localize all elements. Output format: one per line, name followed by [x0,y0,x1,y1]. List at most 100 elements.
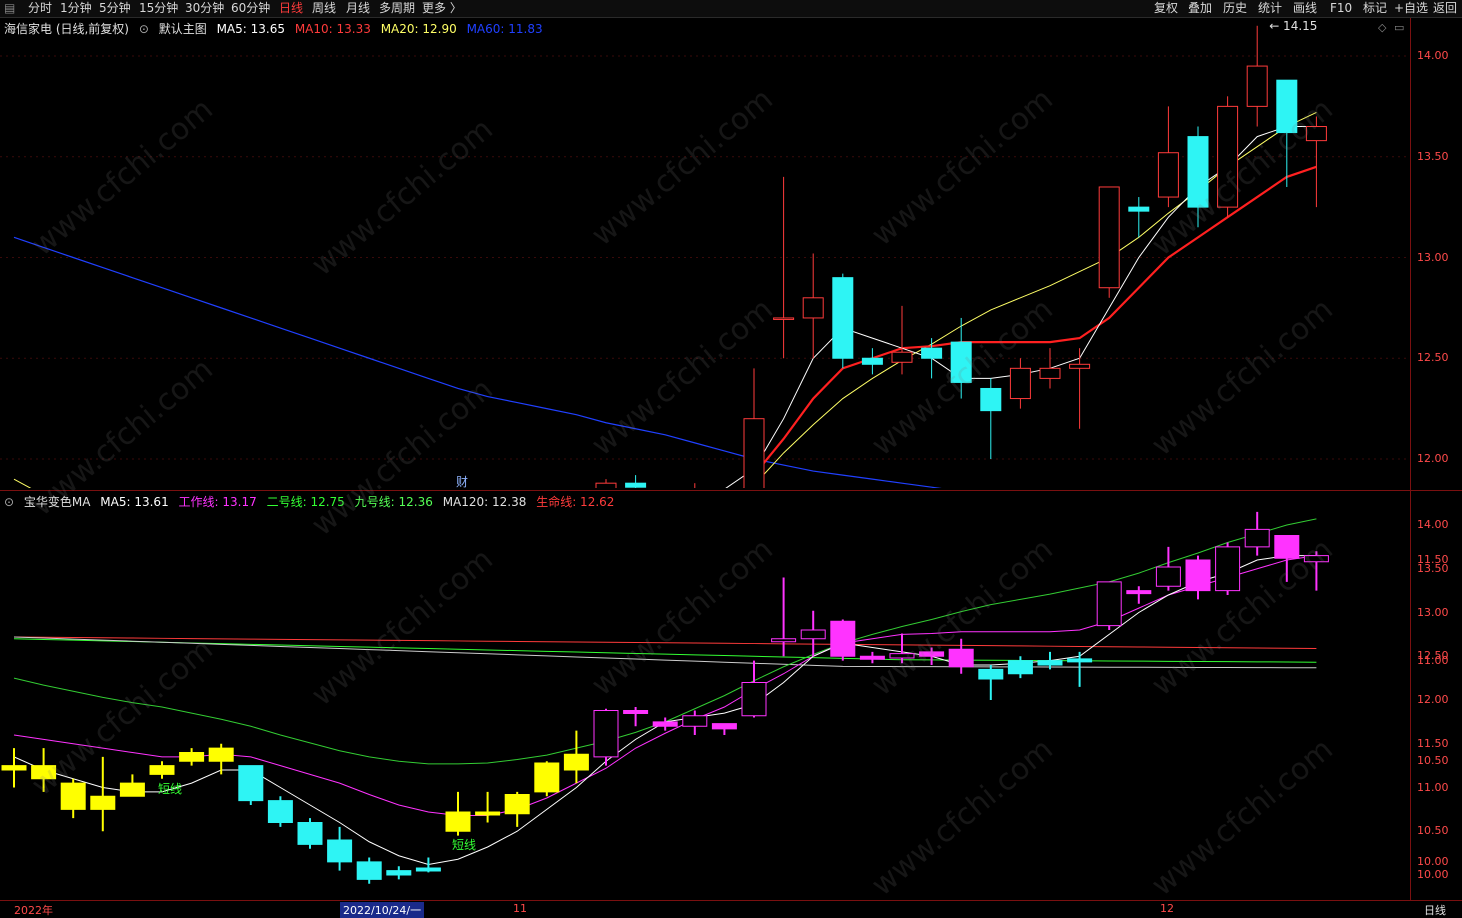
indicator-tick: 12.00 [1417,693,1449,706]
template-selector-icon[interactable]: ⊙ [139,22,149,36]
finance-marker: 财 [456,475,468,488]
month-11-label: 11 [513,902,527,915]
indicator-body [238,765,264,802]
menu-icon[interactable]: ▤ [4,0,15,16]
candle-body [625,482,647,488]
tab-monthly[interactable]: 月线 [346,0,370,16]
indicator-body [563,753,589,771]
tab-more[interactable]: 更多 〉 [422,0,462,16]
f10-button[interactable]: F10 [1330,0,1352,16]
tab-15min[interactable]: 15分钟 [139,0,178,16]
ma120-legend: MA120: 12.38 [442,495,527,509]
tab-1min[interactable]: 1分钟 [60,0,92,16]
indicator-body [1096,581,1122,627]
candle-body [1098,186,1120,289]
price-tick: 12.50 [1417,351,1449,365]
indicator-body [1185,559,1211,592]
mark-button[interactable]: 标记 [1363,0,1387,16]
indicator-body [1,765,27,771]
tab-30min[interactable]: 30分钟 [185,0,224,16]
tab-multi-period[interactable]: 多周期 [379,0,415,16]
template-name[interactable]: 默认主图 [159,22,207,36]
overlay-button[interactable]: 叠加 [1188,0,1212,16]
indicator-body [1155,566,1181,587]
candle-body [980,387,1002,412]
ma20-legend: MA20: 12.90 [380,22,457,36]
candle-body [1246,65,1268,107]
indicator-body [1126,590,1152,595]
indicator-body [1007,660,1033,675]
indicator-body [179,752,205,762]
price-tick: 12.00 [1417,452,1449,465]
top-toolbar: ▤ 分时 1分钟 5分钟 15分钟 30分钟 60分钟 日线 周线 月线 多周期… [0,0,1462,18]
indicator-body [149,765,175,775]
ma10-line [743,165,1317,488]
indicator-body [1215,546,1241,592]
indicator-tick: 11.50 [1417,736,1449,750]
indicator-tick: 11.00 [1417,780,1449,794]
indicator-body [386,870,412,876]
add-watchlist-button[interactable]: +自选 [1394,0,1428,16]
indicator-tick: 10.00 [1417,868,1449,881]
indicator-body [327,839,353,863]
sub-price-axis: 14.00 13.50 13.00 12.50 12.00 11.50 11.00 10.50… [1410,490,1462,901]
candle-body [595,482,617,488]
candle-body [921,347,943,359]
indicator-body [978,668,1004,680]
window-icon[interactable]: ▭ [1394,21,1404,34]
candle-body [861,357,883,365]
sub-ma5-legend: MA5: 13.61 [100,495,169,509]
draw-line-button[interactable]: 画线 [1293,0,1317,16]
main-legend: 海信家电 (日线,前复权) ⊙ 默认主图 MA5: 13.65 MA10: 13… [4,20,549,37]
indicator-body [356,861,382,880]
indicator-body [119,782,145,797]
tab-daily[interactable]: 日线 [279,0,303,16]
stats-button[interactable]: 统计 [1258,0,1282,16]
price-tick: 14.00 [1417,49,1449,62]
diamond-icon[interactable]: ◇ [1378,21,1386,34]
indicator-body [90,795,116,810]
indicator-body [415,867,441,872]
tab-weekly[interactable]: 周线 [312,0,336,16]
indicator-body [682,715,708,727]
cursor-date-label: 2022/10/24/一 [340,902,425,918]
short-term-label-1: 短线 [158,782,182,796]
indicator-body [445,811,471,832]
indicator-body [475,811,501,816]
fuquan-button[interactable]: 复权 [1154,0,1178,16]
indicator-body [297,822,323,845]
indicator-body [623,710,649,714]
indicator-body [1037,660,1063,666]
indicator-body [741,682,767,717]
indicator-body [534,762,560,793]
indicator-tick: 14.00 [1417,518,1449,531]
indicator-body [652,721,678,727]
work-line-legend: 工作线: 13.17 [178,495,257,509]
candle-body [802,297,824,319]
indicator-body [830,620,856,657]
sub-legend: ⊙ 宝华变色MA MA5: 13.61 工作线: 13.17 二号线: 12.7… [4,493,620,510]
stock-title: 海信家电 (日线,前复权) [4,22,129,36]
indicator-body [771,638,797,643]
short-term-label-2: 短线 [452,838,476,852]
candle-body [1157,152,1179,198]
candle-body [743,418,765,488]
tab-fenshi[interactable]: 分时 [28,0,52,16]
main-price-axis: 14.00 13.50 13.00 12.50 12.00 11.50 11.00 10.50… [1410,18,1462,868]
tab-5min[interactable]: 5分钟 [99,0,131,16]
indicator-body [593,710,619,758]
date-axis: 2022年 2022/10/24/一 11 12 日线 [0,900,1462,918]
ma60-line [13,236,942,488]
tab-60min[interactable]: 60分钟 [231,0,270,16]
history-button[interactable]: 历史 [1223,0,1247,16]
indicator-body [267,800,293,823]
ma60-legend: MA60: 11.83 [466,22,543,36]
back-button[interactable]: 返回 [1433,0,1457,16]
price-tick: 13.50 [1417,149,1449,163]
month-12-label: 12 [1160,902,1174,915]
life-line-legend: 生命线: 12.62 [536,495,615,509]
indicator-tick: 13.00 [1417,605,1449,619]
indicator-tick: 13.50 [1417,561,1449,575]
indicator-body [800,629,826,640]
indicator-selector-icon[interactable]: ⊙ [4,495,14,509]
